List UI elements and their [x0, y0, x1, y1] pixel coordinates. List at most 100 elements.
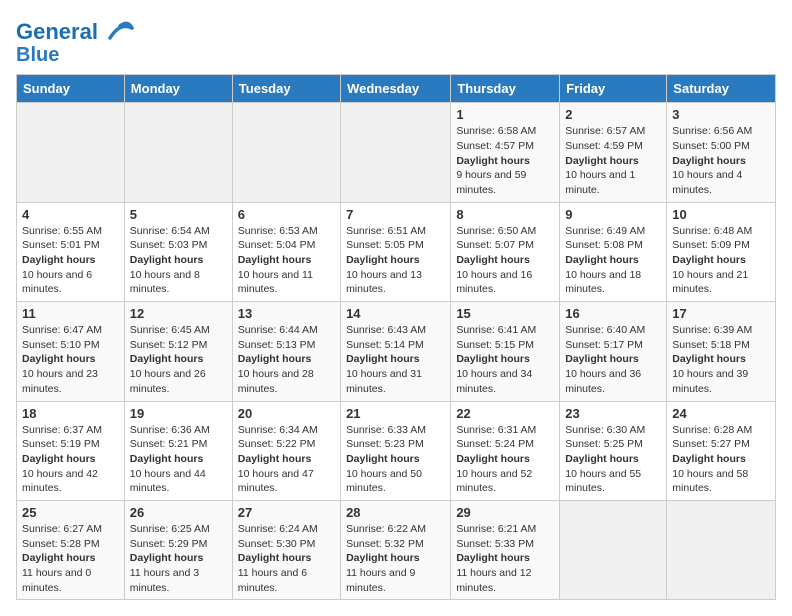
day-info: Sunrise: 6:50 AMSunset: 5:07 PMDaylight …: [456, 224, 554, 297]
day-info: Sunrise: 6:28 AMSunset: 5:27 PMDaylight …: [672, 423, 770, 496]
calendar-cell: 28 Sunrise: 6:22 AMSunset: 5:32 PMDayligh…: [341, 500, 451, 599]
calendar-cell: 22Sunrise: 6:31 AMSunset: 5:24 PMDayligh…: [451, 401, 560, 500]
day-number: 5: [130, 207, 227, 222]
calendar-cell: 1 Sunrise: 6:58 AMSunset: 4:57 PMDaylight…: [451, 103, 560, 202]
calendar-cell: [341, 103, 451, 202]
calendar-cell: 23 Sunrise: 6:30 AMSunset: 5:25 PMDayligh…: [560, 401, 667, 500]
day-info: Sunrise: 6:45 AMSunset: 5:12 PMDaylight …: [130, 323, 227, 396]
calendar-cell: 19Sunrise: 6:36 AMSunset: 5:21 PMDayligh…: [124, 401, 232, 500]
day-number: 16: [565, 306, 661, 321]
day-number: 20: [238, 406, 335, 421]
day-info: Sunrise: 6:25 AMSunset: 5:29 PMDaylight …: [130, 522, 227, 595]
calendar-cell: 20 Sunrise: 6:34 AMSunset: 5:22 PMDayligh…: [232, 401, 340, 500]
logo-blue: Blue: [16, 44, 134, 66]
page-header: General Blue: [16, 16, 776, 66]
day-info: Sunrise: 6:39 AMSunset: 5:18 PMDaylight …: [672, 323, 770, 396]
day-number: 7: [346, 207, 445, 222]
day-number: 29: [456, 505, 554, 520]
col-header-thursday: Thursday: [451, 75, 560, 103]
day-info: Sunrise: 6:31 AMSunset: 5:24 PMDaylight …: [456, 423, 554, 496]
calendar-cell: 4Sunrise: 6:55 AMSunset: 5:01 PMDaylight…: [17, 202, 125, 301]
day-info: Sunrise: 6:53 AMSunset: 5:04 PMDaylight …: [238, 224, 335, 297]
day-number: 18: [22, 406, 119, 421]
day-number: 2: [565, 107, 661, 122]
calendar-cell: 5 Sunrise: 6:54 AMSunset: 5:03 PMDaylight…: [124, 202, 232, 301]
calendar-cell: 14 Sunrise: 6:43 AMSunset: 5:14 PMDayligh…: [341, 302, 451, 401]
calendar-cell: 15 Sunrise: 6:41 AMSunset: 5:15 PMDayligh…: [451, 302, 560, 401]
day-number: 14: [346, 306, 445, 321]
day-info: Sunrise: 6:51 AMSunset: 5:05 PMDaylight …: [346, 224, 445, 297]
calendar-cell: 21 Sunrise: 6:33 AMSunset: 5:23 PMDayligh…: [341, 401, 451, 500]
calendar-cell: 2 Sunrise: 6:57 AMSunset: 4:59 PMDaylight…: [560, 103, 667, 202]
day-info: Sunrise: 6:27 AMSunset: 5:28 PMDaylight …: [22, 522, 119, 595]
col-header-wednesday: Wednesday: [341, 75, 451, 103]
day-number: 3: [672, 107, 770, 122]
logo: General Blue: [16, 20, 134, 66]
day-number: 27: [238, 505, 335, 520]
day-info: Sunrise: 6:44 AMSunset: 5:13 PMDaylight …: [238, 323, 335, 396]
day-number: 1: [456, 107, 554, 122]
day-info: Sunrise: 6:34 AMSunset: 5:22 PMDaylight …: [238, 423, 335, 496]
calendar-cell: 16 Sunrise: 6:40 AMSunset: 5:17 PMDayligh…: [560, 302, 667, 401]
day-number: 4: [22, 207, 119, 222]
day-number: 12: [130, 306, 227, 321]
day-info: Sunrise: 6:41 AMSunset: 5:15 PMDaylight …: [456, 323, 554, 396]
calendar-cell: 10 Sunrise: 6:48 AMSunset: 5:09 PMDayligh…: [667, 202, 776, 301]
calendar-cell: [560, 500, 667, 599]
calendar-cell: 27Sunrise: 6:24 AMSunset: 5:30 PMDayligh…: [232, 500, 340, 599]
calendar-cell: 24 Sunrise: 6:28 AMSunset: 5:27 PMDayligh…: [667, 401, 776, 500]
calendar-cell: 25 Sunrise: 6:27 AMSunset: 5:28 PMDayligh…: [17, 500, 125, 599]
day-info: Sunrise: 6:22 AMSunset: 5:32 PMDaylight …: [346, 522, 445, 595]
calendar-cell: [232, 103, 340, 202]
calendar-cell: 29 Sunrise: 6:21 AMSunset: 5:33 PMDayligh…: [451, 500, 560, 599]
col-header-friday: Friday: [560, 75, 667, 103]
day-number: 19: [130, 406, 227, 421]
calendar-cell: [17, 103, 125, 202]
day-info: Sunrise: 6:33 AMSunset: 5:23 PMDaylight …: [346, 423, 445, 496]
calendar-cell: [124, 103, 232, 202]
day-info: Sunrise: 6:57 AMSunset: 4:59 PMDaylight …: [565, 124, 661, 197]
day-number: 8: [456, 207, 554, 222]
day-info: Sunrise: 6:40 AMSunset: 5:17 PMDaylight …: [565, 323, 661, 396]
calendar-cell: 8 Sunrise: 6:50 AMSunset: 5:07 PMDaylight…: [451, 202, 560, 301]
col-header-sunday: Sunday: [17, 75, 125, 103]
day-info: Sunrise: 6:54 AMSunset: 5:03 PMDaylight …: [130, 224, 227, 297]
day-info: Sunrise: 6:37 AMSunset: 5:19 PMDaylight …: [22, 423, 119, 496]
calendar-cell: 18 Sunrise: 6:37 AMSunset: 5:19 PMDayligh…: [17, 401, 125, 500]
calendar-cell: 3 Sunrise: 6:56 AMSunset: 5:00 PMDaylight…: [667, 103, 776, 202]
calendar-cell: 6 Sunrise: 6:53 AMSunset: 5:04 PMDaylight…: [232, 202, 340, 301]
calendar-cell: 17 Sunrise: 6:39 AMSunset: 5:18 PMDayligh…: [667, 302, 776, 401]
day-number: 15: [456, 306, 554, 321]
logo-text: General: [16, 20, 134, 44]
col-header-monday: Monday: [124, 75, 232, 103]
day-number: 21: [346, 406, 445, 421]
calendar-cell: 26 Sunrise: 6:25 AMSunset: 5:29 PMDayligh…: [124, 500, 232, 599]
day-info: Sunrise: 6:56 AMSunset: 5:00 PMDaylight …: [672, 124, 770, 197]
calendar-cell: 7 Sunrise: 6:51 AMSunset: 5:05 PMDaylight…: [341, 202, 451, 301]
day-number: 10: [672, 207, 770, 222]
day-info: Sunrise: 6:43 AMSunset: 5:14 PMDaylight …: [346, 323, 445, 396]
calendar-cell: 11 Sunrise: 6:47 AMSunset: 5:10 PMDayligh…: [17, 302, 125, 401]
col-header-tuesday: Tuesday: [232, 75, 340, 103]
day-info: Sunrise: 6:30 AMSunset: 5:25 PMDaylight …: [565, 423, 661, 496]
day-number: 17: [672, 306, 770, 321]
day-number: 28: [346, 505, 445, 520]
day-info: Sunrise: 6:47 AMSunset: 5:10 PMDaylight …: [22, 323, 119, 396]
calendar-table: SundayMondayTuesdayWednesdayThursdayFrid…: [16, 74, 776, 600]
day-info: Sunrise: 6:49 AMSunset: 5:08 PMDaylight …: [565, 224, 661, 297]
day-number: 23: [565, 406, 661, 421]
day-number: 13: [238, 306, 335, 321]
calendar-cell: 13 Sunrise: 6:44 AMSunset: 5:13 PMDayligh…: [232, 302, 340, 401]
day-number: 6: [238, 207, 335, 222]
day-info: Sunrise: 6:48 AMSunset: 5:09 PMDaylight …: [672, 224, 770, 297]
day-info: Sunrise: 6:21 AMSunset: 5:33 PMDaylight …: [456, 522, 554, 595]
day-number: 9: [565, 207, 661, 222]
day-info: Sunrise: 6:58 AMSunset: 4:57 PMDaylight …: [456, 124, 554, 197]
col-header-saturday: Saturday: [667, 75, 776, 103]
day-number: 11: [22, 306, 119, 321]
calendar-cell: 12 Sunrise: 6:45 AMSunset: 5:12 PMDayligh…: [124, 302, 232, 401]
day-number: 26: [130, 505, 227, 520]
day-number: 24: [672, 406, 770, 421]
day-number: 25: [22, 505, 119, 520]
calendar-cell: [667, 500, 776, 599]
